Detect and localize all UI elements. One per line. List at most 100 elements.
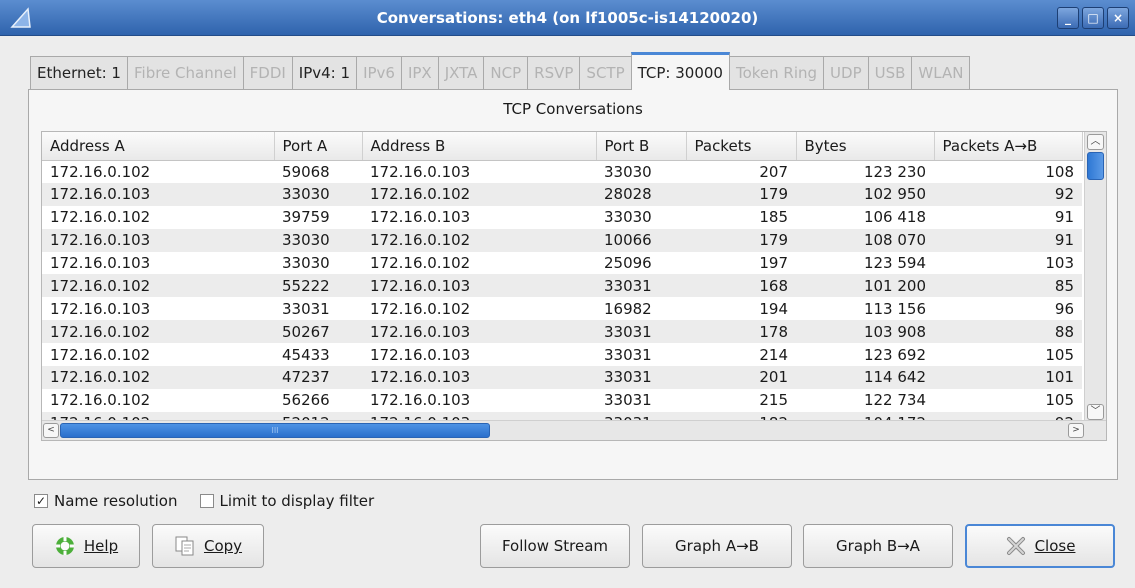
table-cell: 201 xyxy=(686,366,796,389)
table-row[interactable]: 172.16.0.102 59068 172.16.0.103 33030 207 123… xyxy=(42,160,1082,183)
table-row[interactable]: 172.16.0.102 39759 172.16.0.103 33030 185 106… xyxy=(42,206,1082,229)
table-row[interactable]: 172.16.0.103 33030 172.16.0.102 28028 179 102… xyxy=(42,182,1082,206)
table-cell: 172.16.0.102 xyxy=(42,366,274,389)
column-header[interactable]: Port B xyxy=(596,132,687,161)
tab-usb: USB xyxy=(867,56,913,90)
graph-b-to-a-label: Graph B→A xyxy=(836,537,920,555)
table-cell: 172.16.0.103 xyxy=(362,320,596,344)
column-header[interactable]: Packets xyxy=(686,132,797,161)
horizontal-scrollbar[interactable]: < III > xyxy=(42,420,1106,440)
table-cell: 172.16.0.103 xyxy=(370,391,471,410)
options-row: ✓ Name resolution Limit to display filte… xyxy=(34,492,390,510)
name-resolution-label[interactable]: Name resolution xyxy=(54,492,178,510)
tab-tcp-30000[interactable]: TCP: 30000 xyxy=(630,52,730,90)
table-cell: 10066 xyxy=(596,228,686,252)
column-header[interactable]: Port A xyxy=(274,132,363,161)
follow-stream-label: Follow Stream xyxy=(501,537,609,555)
horizontal-scroll-thumb[interactable]: III xyxy=(60,423,490,438)
table-cell: 172.16.0.102 xyxy=(42,320,274,344)
column-header[interactable]: Address A xyxy=(42,132,275,161)
table-cell: 103 xyxy=(1045,254,1074,272)
table-cell: 172.16.0.103 xyxy=(50,254,151,272)
tab-wlan: WLAN xyxy=(911,56,971,90)
table-cell: 185 xyxy=(759,208,788,227)
table-row[interactable]: 172.16.0.102 45433 172.16.0.103 33031 214 123… xyxy=(42,343,1082,366)
table-body: 172.16.0.102 59068 172.16.0.103 33030 207 123… xyxy=(42,160,1082,435)
tab-ipv6: IPv6 xyxy=(356,56,402,90)
copy-button[interactable]: Copy xyxy=(152,524,264,568)
table-cell: 122 734 xyxy=(863,391,926,410)
table-cell: 207 xyxy=(759,162,788,181)
limit-display-filter-label[interactable]: Limit to display filter xyxy=(220,492,375,510)
help-button-label: Help xyxy=(83,537,119,555)
table-row[interactable]: 172.16.0.103 33030 172.16.0.102 25096 197 123… xyxy=(42,252,1082,275)
table-cell: 194 xyxy=(759,299,788,318)
limit-display-filter-checkbox[interactable] xyxy=(199,494,214,508)
scroll-down-button[interactable]: ﹀ xyxy=(1087,404,1104,420)
window-close-button[interactable]: × xyxy=(1107,7,1129,29)
table-cell: 172.16.0.103 xyxy=(42,228,274,252)
window-controls: _ □ × xyxy=(1057,7,1129,29)
conversations-table-container: Address A Port A Address B Port B Packets Byt… xyxy=(41,131,1107,441)
table-cell: 108 070 xyxy=(796,228,934,252)
table-cell: 172.16.0.102 xyxy=(50,345,151,364)
name-resolution-checkbox[interactable]: ✓ xyxy=(34,494,48,508)
column-header[interactable]: Address B xyxy=(362,132,597,161)
tab-ipv4-1[interactable]: IPv4: 1 xyxy=(291,56,358,90)
table-cell: 105 xyxy=(1045,345,1074,364)
table-cell: 33030 xyxy=(274,228,362,252)
table-cell: 33031 xyxy=(596,366,686,389)
scroll-up-button[interactable]: ︿ xyxy=(1087,134,1104,150)
tab-token-ring: Token Ring xyxy=(728,56,825,90)
table-cell: 55222 xyxy=(274,274,362,298)
table-cell: 105 xyxy=(1045,391,1074,410)
table-row[interactable]: 172.16.0.102 55222 172.16.0.103 33031 168 101… xyxy=(42,274,1082,298)
scroll-left-button[interactable]: < xyxy=(43,423,59,438)
vertical-scrollbar[interactable]: ︿ ﹀ xyxy=(1084,132,1106,422)
tab-jxta: JXTA xyxy=(437,56,485,90)
table-row[interactable]: 172.16.0.102 56266 172.16.0.103 33031 215 122… xyxy=(42,389,1082,412)
vertical-scroll-thumb[interactable] xyxy=(1087,152,1104,180)
table-row[interactable]: 172.16.0.103 33030 172.16.0.102 10066 179 108… xyxy=(42,228,1082,252)
conversations-table: Address A Port A Address B Port B Packets Byt… xyxy=(42,132,1083,435)
table-cell: 96 xyxy=(1054,299,1074,318)
table-cell: 85 xyxy=(934,274,1082,298)
graph-a-to-b-button[interactable]: Graph A→B xyxy=(642,524,792,568)
table-cell: 114 642 xyxy=(796,366,934,389)
close-button[interactable]: Close xyxy=(965,524,1115,568)
table-cell: 88 xyxy=(934,320,1082,344)
table-cell: 123 594 xyxy=(863,254,926,272)
table-cell: 47237 xyxy=(274,366,362,389)
help-button[interactable]: Help xyxy=(32,524,140,568)
table-cell: 92 xyxy=(934,182,1082,206)
table-cell: 102 950 xyxy=(796,182,934,206)
table-cell: 101 xyxy=(934,366,1082,389)
graph-a-to-b-label: Graph A→B xyxy=(675,537,759,555)
table-cell: 91 xyxy=(1054,208,1074,227)
table-cell: 197 xyxy=(759,254,788,272)
table-cell: 33031 xyxy=(596,274,686,298)
column-header[interactable]: Packets A→B xyxy=(934,132,1083,161)
minimize-button[interactable]: _ xyxy=(1057,7,1079,29)
table-cell: 106 418 xyxy=(863,208,926,227)
table-cell: 178 xyxy=(686,320,796,344)
copy-icon xyxy=(175,536,194,556)
table-cell: 172.16.0.102 xyxy=(362,182,596,206)
tab-ipx: IPX xyxy=(400,56,439,90)
table-cell: 172.16.0.103 xyxy=(362,366,596,389)
column-header[interactable]: Bytes xyxy=(796,132,935,161)
close-x-icon xyxy=(1006,537,1025,555)
table-cell: 214 xyxy=(759,345,788,364)
follow-stream-button[interactable]: Follow Stream xyxy=(480,524,630,568)
table-cell: 39759 xyxy=(282,208,330,227)
table-row[interactable]: 172.16.0.102 47237 172.16.0.103 33031 201 114… xyxy=(42,366,1082,389)
table-cell: 172.16.0.103 xyxy=(370,162,471,181)
table-row[interactable]: 172.16.0.103 33031 172.16.0.102 16982 194 113… xyxy=(42,297,1082,320)
tab-ethernet-1[interactable]: Ethernet: 1 xyxy=(30,56,128,90)
table-cell: 56266 xyxy=(282,391,330,410)
table-row[interactable]: 172.16.0.102 50267 172.16.0.103 33031 178 103… xyxy=(42,320,1082,344)
tab-fibre-channel: Fibre Channel xyxy=(126,56,244,90)
scroll-right-button[interactable]: > xyxy=(1068,423,1084,438)
graph-b-to-a-button[interactable]: Graph B→A xyxy=(803,524,953,568)
maximize-button[interactable]: □ xyxy=(1082,7,1104,29)
